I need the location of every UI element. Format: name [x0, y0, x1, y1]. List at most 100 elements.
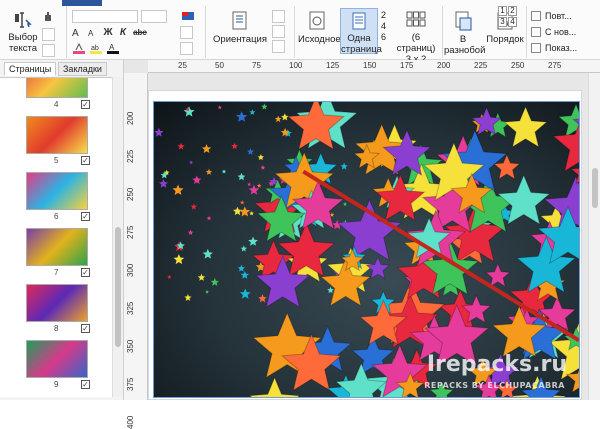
watermark-text: Irepacks.ru [426, 352, 567, 377]
thumbnail-meta: 9 ✓ [26, 378, 90, 390]
page-thumbnail[interactable]: 5 ✓ [26, 116, 90, 166]
thumbnail-meta: 7 ✓ [26, 266, 90, 278]
six-pages-option[interactable]: 6 [381, 32, 386, 42]
workspace-scrollbar-thumb[interactable] [592, 168, 598, 208]
new-page-option[interactable]: С нов... [531, 27, 576, 37]
page-number: 7 [54, 267, 59, 277]
format-row-2 [42, 42, 55, 58]
svg-text:A: A [109, 43, 115, 52]
show-checkbox[interactable] [531, 43, 541, 53]
hand-icon[interactable] [42, 10, 54, 22]
tab-bookmarks[interactable]: Закладки [58, 62, 107, 76]
thumbnail-image[interactable] [26, 284, 88, 322]
ruler-tick-label: 25 [178, 61, 187, 70]
indent-row [180, 40, 193, 56]
repeat-checkbox[interactable] [531, 11, 541, 21]
page-checkbox[interactable]: ✓ [81, 155, 90, 165]
source-view-button[interactable]: Исходное [298, 10, 341, 45]
order-label: Порядок [486, 34, 524, 45]
page-number: 4 [54, 99, 59, 109]
page-number: 8 [54, 323, 59, 333]
thumbnail-image[interactable] [26, 340, 88, 378]
select-text-button[interactable]: Выбор текста [6, 10, 40, 54]
font-size-combo[interactable] [141, 9, 167, 23]
separator [442, 6, 443, 58]
thumbnail-image[interactable] [26, 78, 88, 98]
ruler-tick-label: 400 [126, 415, 135, 429]
strikethrough-button[interactable]: abc [132, 28, 148, 37]
page-thumbnail[interactable]: 9 ✓ [26, 340, 90, 390]
page-number: 5 [54, 155, 59, 165]
page-checkbox[interactable]: ✓ [81, 323, 90, 333]
one-page-label-2: страница [341, 44, 382, 55]
ruler-tick-label: 275 [126, 225, 135, 239]
thumbnail-image[interactable] [26, 228, 88, 266]
ruler-tick-label: 200 [126, 111, 135, 125]
page-thumbnail[interactable]: 4 ✓ [26, 78, 90, 110]
grid-num-3: 3 [498, 17, 507, 27]
color-row: ab A [72, 40, 120, 56]
grid-num-1: 1 [498, 6, 507, 16]
margins-icon[interactable] [272, 25, 285, 38]
font-family-combo[interactable] [72, 9, 138, 23]
font-color-icon[interactable]: A [106, 42, 120, 54]
columns-icon[interactable] [272, 40, 285, 53]
page-thumbnail[interactable]: 7 ✓ [26, 228, 90, 278]
flag-icon[interactable] [180, 10, 202, 22]
select-text-label-1: Выбор [8, 32, 38, 43]
one-page-button[interactable]: Одна страница [340, 8, 382, 55]
panel-scrollbar-thumb[interactable] [115, 227, 121, 347]
text-highlight-icon[interactable]: ab [89, 42, 103, 54]
active-ribbon-tab[interactable] [62, 0, 102, 6]
six-pages-label-1: (6 страниц) [396, 32, 436, 54]
page-thumbnail[interactable]: 6 ✓ [26, 172, 90, 222]
repeat-option[interactable]: Повт... [531, 11, 572, 21]
page-number: 6 [54, 211, 59, 221]
six-pages-button[interactable]: (6 страниц) 3 x 2 [392, 10, 440, 65]
ruler-tick-label: 300 [126, 263, 135, 277]
show-label: Показ... [545, 43, 578, 53]
vertical-ruler: 200 225 250 275 300 325 350 375 400 [124, 73, 148, 429]
ruler-tick-label: 225 [126, 149, 135, 163]
ruler-tick-label: 350 [126, 339, 135, 353]
indent-icon[interactable] [180, 41, 193, 55]
bold-button[interactable]: Ж [102, 27, 114, 38]
order-grid: 1 2 3 4 [498, 6, 517, 27]
show-option[interactable]: Показ... [531, 43, 577, 53]
page-checkbox[interactable]: ✓ [81, 267, 90, 277]
page-checkbox[interactable]: ✓ [81, 99, 90, 109]
decrease-font-icon[interactable]: A [87, 26, 99, 38]
panel-scrollbar[interactable] [112, 77, 123, 397]
four-pages-option[interactable]: 4 [381, 21, 386, 31]
thumbnail-image[interactable] [26, 172, 88, 210]
increase-font-icon[interactable]: A [72, 26, 84, 38]
star-confetti-photo[interactable]: Irepacks.ru REPACKS BY ELCHUPACABRA [153, 101, 580, 398]
stamp-icon[interactable] [42, 43, 55, 57]
thumbnail-image[interactable] [26, 116, 88, 154]
source-label: Исходное [298, 34, 341, 45]
highlight-icon[interactable] [72, 42, 86, 54]
svg-text:A: A [88, 29, 94, 38]
ruler-tick-label: 175 [400, 61, 414, 70]
grid-num-2: 2 [508, 6, 517, 16]
thumbnail-meta: 8 ✓ [26, 322, 90, 334]
page-thumbnail[interactable]: 8 ✓ [26, 284, 90, 334]
orientation-button[interactable]: Ориентация [212, 10, 268, 45]
list-icon[interactable] [180, 25, 193, 39]
mixed-label-1: В [459, 34, 467, 45]
page-checkbox[interactable]: ✓ [81, 379, 90, 389]
italic-button[interactable]: К [117, 27, 129, 38]
tab-pages[interactable]: Страницы [4, 62, 57, 76]
shape-icon[interactable] [42, 27, 55, 41]
page-checkbox[interactable]: ✓ [81, 211, 90, 221]
two-pages-option[interactable]: 2 [381, 10, 386, 20]
new-page-checkbox[interactable] [531, 27, 541, 37]
ruler-tick-label: 275 [548, 61, 562, 70]
text-cursor-icon [15, 12, 32, 28]
grid-num-4: 4 [508, 17, 517, 27]
horizontal-ruler: 25 50 75 100 125 150 175 200 225 250 275 [148, 60, 600, 73]
ruler-tick-label: 100 [289, 61, 303, 70]
mixed-order-button[interactable]: В разнобой [444, 10, 485, 56]
page-size-icon[interactable] [272, 10, 285, 23]
workspace-scrollbar[interactable] [588, 73, 600, 400]
